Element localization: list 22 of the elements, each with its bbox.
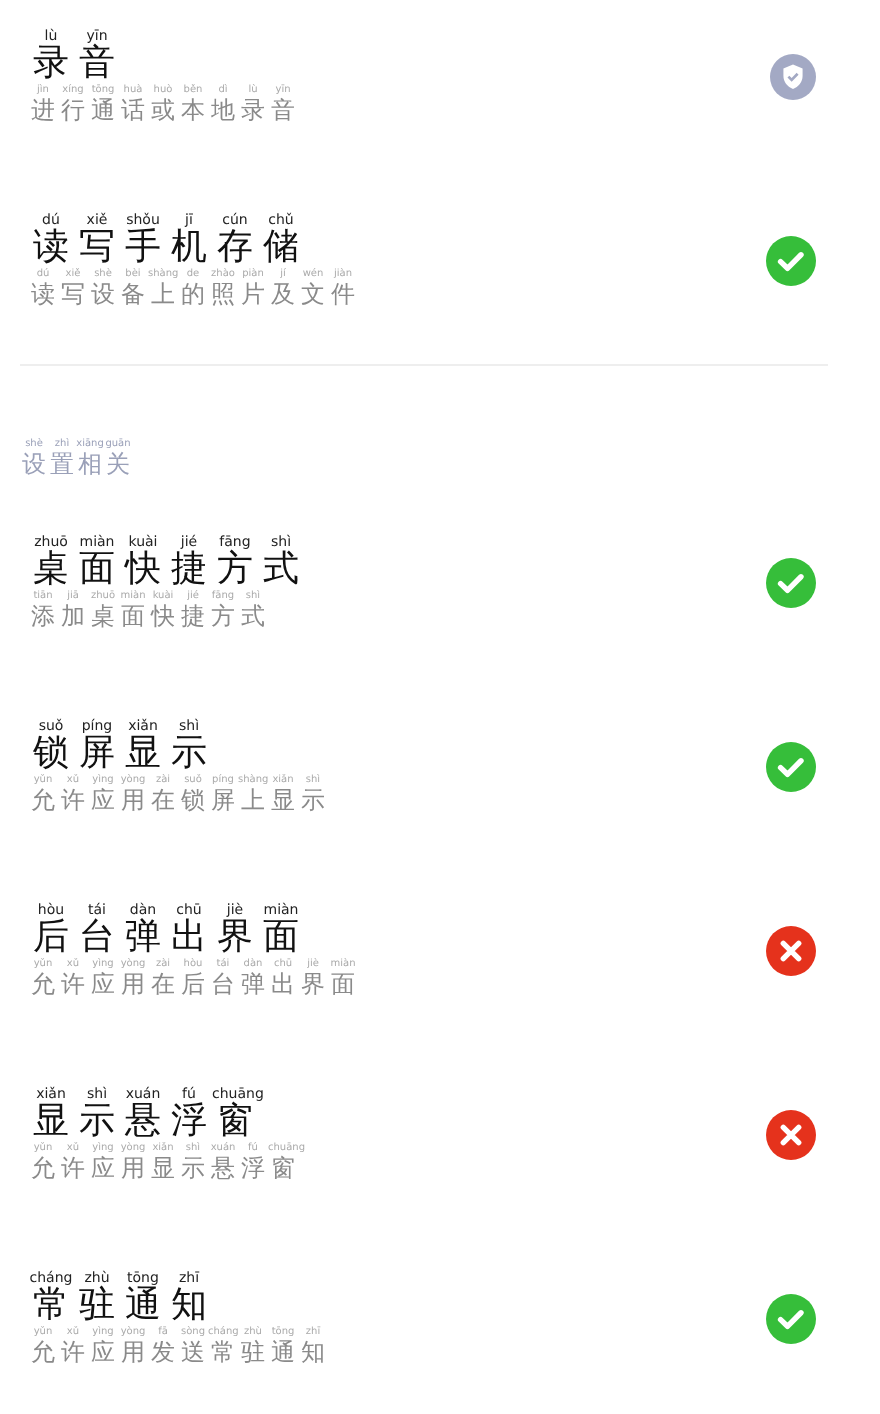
permission-description: 读写设备上的照片及文件: [29, 280, 357, 308]
permission-description: 允许应用在后台弹出界面: [29, 970, 357, 998]
permission-description: 允许应用显示悬浮窗: [29, 1154, 297, 1182]
permission-title: 读写手机存储: [31, 228, 301, 268]
permission-title: 录音: [31, 44, 117, 84]
permission-title: 显示悬浮窗: [31, 1102, 253, 1142]
permission-description: 允许应用发送常驻通知: [29, 1338, 327, 1366]
section-title: 设置相关: [20, 450, 132, 478]
permission-title: 桌面快捷方式: [31, 550, 301, 590]
permission-description: 添加桌面快捷方式: [29, 602, 267, 630]
check-icon[interactable]: [766, 741, 816, 791]
check-icon[interactable]: [766, 557, 816, 607]
permission-description: 进行通话或本地录音: [29, 96, 297, 124]
permission-title: 锁屏显示: [31, 734, 209, 774]
shield-check-icon[interactable]: [770, 53, 816, 99]
check-icon[interactable]: [766, 1293, 816, 1343]
close-icon[interactable]: [766, 925, 816, 975]
close-icon[interactable]: [766, 1109, 816, 1159]
permission-description: 允许应用在锁屏上显示: [29, 786, 327, 814]
permission-title: 后台弹出界面: [31, 918, 301, 958]
check-icon[interactable]: [766, 235, 816, 285]
permission-title: 常驻通知: [33, 1286, 209, 1326]
